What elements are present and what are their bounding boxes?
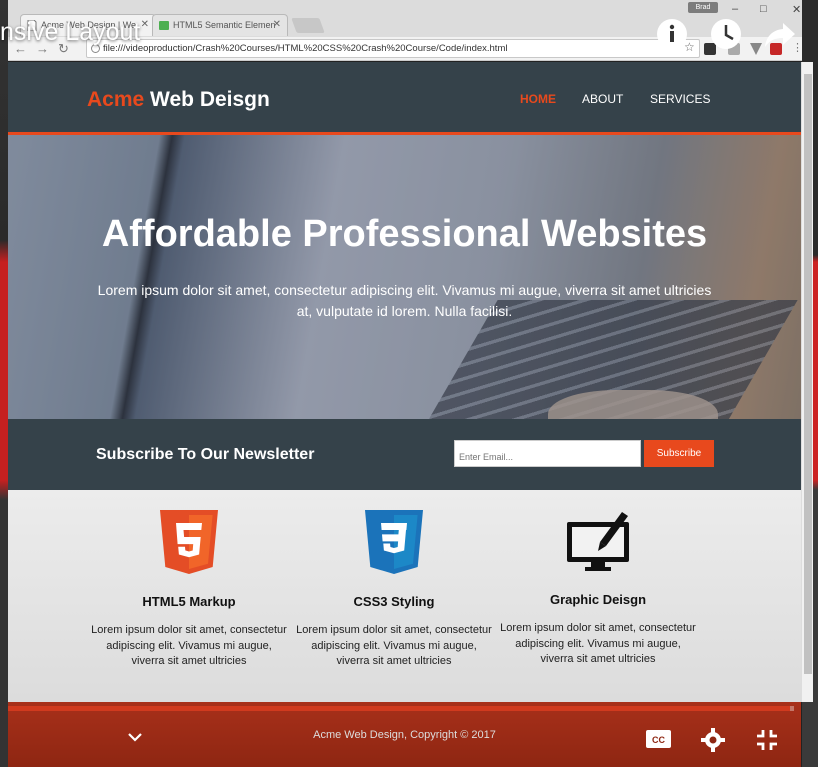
address-bar[interactable]: file:///videoproduction/Crash%20Courses/… <box>86 39 700 58</box>
video-frame: Acme Web Design | We ✕ HTML5 Semantic El… <box>0 0 818 767</box>
nav-services[interactable]: SERVICES <box>650 92 710 106</box>
video-progress-fill <box>8 706 791 711</box>
graphic-design-icon <box>567 512 629 571</box>
user-badge[interactable]: Brad <box>688 2 718 13</box>
video-left-edge <box>0 0 8 767</box>
page-scrollbar[interactable] <box>801 62 813 702</box>
website-viewport: Acme Web Deisgn HOME ABOUT SERVICES Affo… <box>8 62 801 767</box>
email-field[interactable] <box>454 440 641 467</box>
new-tab-button[interactable] <box>291 18 325 33</box>
tab-label: HTML5 Semantic Elemen <box>173 20 276 30</box>
maximize-icon[interactable]: □ <box>760 3 767 15</box>
feature-text: Lorem ipsum dolor sit amet, consectetur … <box>91 624 287 667</box>
feature-text: Lorem ipsum dolor sit amet, consectetur … <box>296 624 492 667</box>
feature-title: HTML5 Markup <box>142 594 236 609</box>
feature-box-html5: HTML5 Markup Lorem ipsum dolor sit amet,… <box>89 490 289 670</box>
close-icon[interactable]: ✕ <box>141 19 149 30</box>
extension-icon[interactable] <box>750 43 762 55</box>
feature-title: Graphic Deisgn <box>549 592 647 607</box>
chevron-down-icon[interactable] <box>126 730 144 744</box>
tab-html5-semantic[interactable]: HTML5 Semantic Elemen ✕ <box>152 14 288 36</box>
watch-later-icon[interactable] <box>709 17 743 51</box>
video-progress-bar[interactable] <box>8 706 794 711</box>
exit-fullscreen-icon[interactable] <box>755 728 779 752</box>
nav-home[interactable]: HOME <box>520 92 556 106</box>
info-icon[interactable] <box>655 17 689 51</box>
minimize-icon[interactable]: – <box>732 3 738 15</box>
feature-title: CSS3 Styling <box>353 594 435 609</box>
site-logo[interactable]: Acme Web Deisgn <box>87 88 270 112</box>
showcase-title: Affordable Professional Websites <box>101 213 708 255</box>
share-icon[interactable] <box>763 17 797 51</box>
svg-text:CC: CC <box>652 735 665 745</box>
nav-about[interactable]: ABOUT <box>582 92 623 106</box>
showcase-text: Lorem ipsum dolor sit amet, consectetur … <box>97 282 712 319</box>
feature-text: Lorem ipsum dolor sit amet, consectetur … <box>500 622 696 665</box>
html5-icon <box>160 510 218 574</box>
newsletter-section: Subscribe To Our Newsletter Subscribe <box>8 419 801 490</box>
brand-rest: Web Deisgn <box>144 88 270 111</box>
feature-box-css3: CSS3 Styling Lorem ipsum dolor sit amet,… <box>294 490 494 670</box>
close-icon[interactable]: ✕ <box>273 19 281 30</box>
settings-icon[interactable] <box>701 728 725 752</box>
scrollbar-thumb[interactable] <box>804 74 812 674</box>
video-title: nsive Layout <box>0 18 141 46</box>
subscribe-button[interactable]: Subscribe <box>644 440 714 467</box>
showcase-hero: Affordable Professional Websites Lorem i… <box>8 135 801 419</box>
newsletter-title: Subscribe To Our Newsletter <box>96 446 315 463</box>
url-text: file:///videoproduction/Crash%20Courses/… <box>103 43 508 54</box>
css3-icon <box>365 510 423 574</box>
site-header: Acme Web Deisgn HOME ABOUT SERVICES <box>8 62 801 135</box>
feature-box-graphic: Graphic Deisgn Lorem ipsum dolor sit ame… <box>498 490 698 668</box>
feature-boxes: HTML5 Markup Lorem ipsum dolor sit amet,… <box>8 490 801 702</box>
brand-highlight: Acme <box>87 88 145 111</box>
puzzle-icon <box>159 21 169 30</box>
hero-overlay <box>8 135 801 419</box>
captions-icon[interactable]: CC <box>645 728 672 750</box>
close-window-icon[interactable]: ✕ <box>792 3 801 16</box>
